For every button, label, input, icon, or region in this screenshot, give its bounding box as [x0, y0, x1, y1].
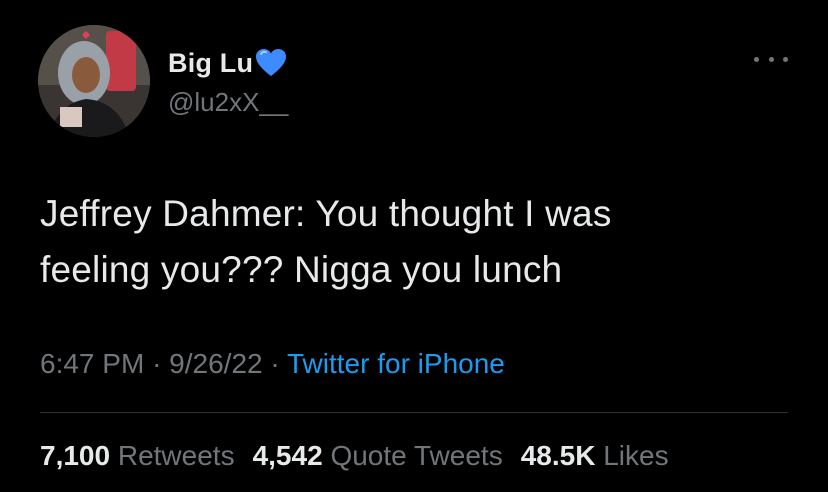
retweets-stat[interactable]: 7,100 Retweets: [40, 440, 235, 471]
quote-tweets-stat[interactable]: 4,542 Quote Tweets: [253, 440, 503, 471]
blue-heart-emoji-icon: [255, 48, 287, 78]
divider: [40, 412, 788, 413]
likes-label: Likes: [603, 440, 669, 471]
quote-tweets-label: Quote Tweets: [330, 440, 503, 471]
retweets-count: 7,100: [40, 440, 111, 471]
author-handle[interactable]: @lu2xX__: [168, 87, 288, 118]
retweets-label: Retweets: [117, 440, 235, 471]
quote-tweets-count: 4,542: [252, 440, 323, 471]
display-name[interactable]: Big Lu: [168, 48, 253, 79]
avatar[interactable]: [38, 25, 150, 137]
more-dot: [783, 56, 788, 62]
more-options-icon[interactable]: [754, 52, 788, 66]
more-dot: [754, 56, 759, 62]
likes-stat[interactable]: 48.5K Likes: [521, 440, 669, 471]
meta-separator: ·: [152, 348, 162, 379]
tweet-text-line: Jeffrey Dahmer: You thought I was: [40, 193, 612, 234]
avatar-photo: [38, 25, 150, 137]
tweet-text-line: feeling you??? Nigga you lunch: [40, 249, 563, 290]
tweet-date[interactable]: 9/26/22: [169, 348, 262, 379]
tweet-text: Jeffrey Dahmer: You thought I was feelin…: [40, 186, 800, 298]
tweet-meta: 6:47 PM · 9/26/22 · Twitter for iPhone: [40, 348, 505, 380]
meta-separator: ·: [270, 348, 280, 379]
tweet-source-link[interactable]: Twitter for iPhone: [287, 348, 505, 379]
tweet-time[interactable]: 6:47 PM: [40, 348, 144, 379]
likes-count: 48.5K: [520, 440, 596, 471]
tweet-stats: 7,100 Retweets 4,542 Quote Tweets 48.5K Li…: [40, 440, 669, 472]
more-dot: [768, 56, 774, 62]
author-name-row[interactable]: Big Lu: [168, 45, 287, 81]
